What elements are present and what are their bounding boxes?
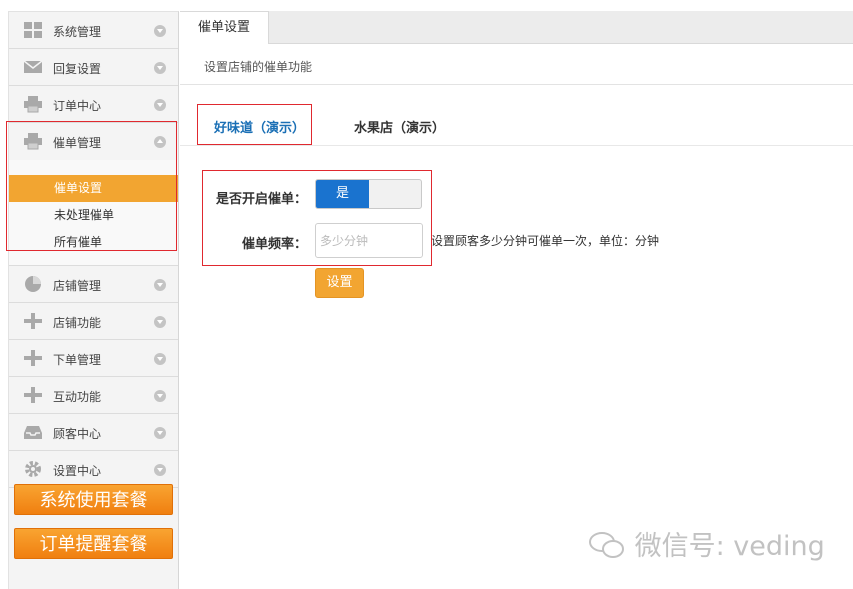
sidebar-item-settings[interactable]: 设置中心 [9, 451, 178, 488]
sidebar-item-label: 下单管理 [53, 353, 102, 367]
urge-frequency-hint: 设置顾客多少分钟可催单一次，单位：分钟 [431, 234, 660, 248]
chevron-down-icon [154, 464, 166, 476]
chevron-down-icon [154, 427, 166, 439]
sidebar-item-label: 店铺管理 [53, 279, 102, 293]
pie-chart-icon [23, 275, 43, 293]
chevron-down-icon [154, 279, 166, 291]
sidebar-item-label: 设置中心 [53, 464, 102, 478]
chevron-down-icon [154, 99, 166, 111]
sidebar-item-store[interactable]: 店铺管理 [9, 266, 178, 303]
sidebar: 系统管理 回复设置 订单中心 催单管理 催单设置 未处理催单 所有催单 店铺管理 [8, 11, 179, 589]
watermark-text: 微信号: veding [634, 531, 825, 562]
plus-icon [23, 349, 43, 367]
highlight-box [202, 170, 432, 266]
tab-urge-settings[interactable]: 催单设置 [180, 11, 269, 44]
divider [180, 145, 853, 146]
mail-icon [23, 58, 43, 76]
chevron-down-icon [154, 25, 166, 37]
sidebar-item-reply[interactable]: 回复设置 [9, 49, 178, 86]
submit-button[interactable]: 设置 [315, 268, 364, 298]
tab-bar: 催单设置 [180, 11, 853, 44]
plus-icon [23, 312, 43, 330]
page-description: 设置店铺的催单功能 [204, 60, 313, 74]
system-package-button[interactable]: 系统使用套餐 [14, 484, 173, 515]
chevron-down-icon [154, 353, 166, 365]
sidebar-item-ordering[interactable]: 下单管理 [9, 340, 178, 377]
sidebar-item-label: 顾客中心 [53, 427, 102, 441]
plus-icon [23, 386, 43, 404]
highlight-box [197, 104, 312, 145]
order-reminder-package-button[interactable]: 订单提醒套餐 [14, 528, 173, 559]
sidebar-item-orders[interactable]: 订单中心 [9, 86, 178, 123]
printer-icon [23, 95, 43, 113]
grid-icon [23, 21, 43, 39]
chevron-down-icon [154, 390, 166, 402]
sidebar-item-customers[interactable]: 顾客中心 [9, 414, 178, 451]
sidebar-item-system[interactable]: 系统管理 [9, 12, 178, 49]
inbox-icon [23, 423, 43, 441]
sidebar-item-interaction[interactable]: 互动功能 [9, 377, 178, 414]
sidebar-item-store-features[interactable]: 店铺功能 [9, 303, 178, 340]
sidebar-item-label: 回复设置 [53, 62, 102, 76]
highlight-box [6, 121, 177, 251]
shop-tab-fruit[interactable]: 水果店（演示） [354, 117, 445, 136]
divider [180, 84, 853, 85]
watermark: 微信号: veding [588, 524, 825, 563]
sidebar-item-label: 店铺功能 [53, 316, 102, 330]
gear-icon [23, 460, 43, 478]
sidebar-item-label: 订单中心 [53, 99, 102, 113]
chevron-down-icon [154, 62, 166, 74]
chevron-down-icon [154, 316, 166, 328]
wechat-icon [589, 532, 624, 558]
sidebar-item-label: 互动功能 [53, 390, 102, 404]
sidebar-item-label: 系统管理 [53, 25, 102, 39]
